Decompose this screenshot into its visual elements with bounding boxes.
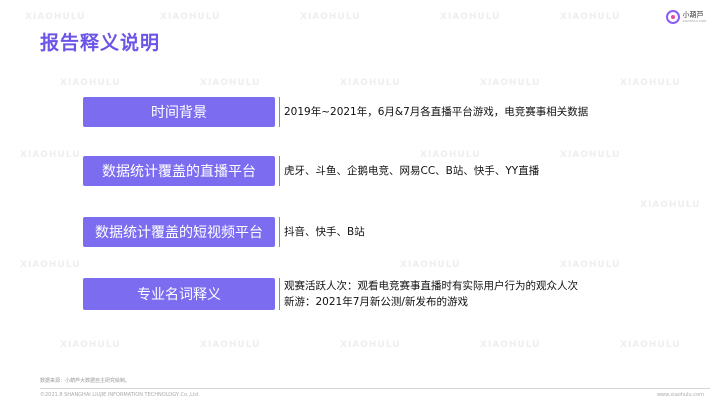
footer-url: www.xiaohulu.com (656, 392, 704, 398)
description-line: 抖音、快手、B站 (284, 226, 365, 238)
page-title: 报告释义说明 (40, 32, 161, 54)
watermark: XIAOHULU (200, 340, 261, 350)
watermark: XIAOHULU (200, 78, 261, 88)
footer-copyright: ©2021.8 SHANGHAI LIUJIE INFORMATION TECH… (40, 392, 200, 398)
row-divider (279, 217, 280, 247)
row-label: 时间背景 (83, 97, 275, 127)
row-divider (279, 278, 280, 310)
row-divider (279, 97, 280, 127)
watermark: XIAOHULU (60, 340, 121, 350)
row-label: 数据统计覆盖的短视频平台 (83, 217, 275, 247)
watermark: XIAOHULU (560, 150, 621, 160)
description-line: 虎牙、斗鱼、企鹅电竞、网易CC、B站、快手、YY直播 (284, 165, 540, 177)
logo-icon (665, 10, 680, 24)
watermark: XIAOHULU (420, 150, 481, 160)
brand-logo: 小葫芦 XIAOHULU.COM (665, 10, 706, 24)
watermark: XIAOHULU (300, 12, 361, 22)
watermark: XIAOHULU (560, 12, 621, 22)
row-divider (279, 156, 280, 186)
footer-divider (40, 388, 710, 389)
description-line: 2019年~2021年，6月&7月各直播平台游戏，电竞赛事相关数据 (284, 106, 589, 118)
description-line: 新游：2021年7月新公测/新发布的游戏 (284, 296, 468, 308)
watermark: XIAOHULU (25, 12, 86, 22)
watermark: XIAOHULU (160, 12, 221, 22)
watermark: XIAOHULU (20, 150, 81, 160)
description-line: 观赛活跃人次：观看电竞赛事直播时有实际用户行为的观众人次 (284, 280, 578, 292)
watermark: XIAOHULU (60, 78, 121, 88)
row-description: 观赛活跃人次：观看电竞赛事直播时有实际用户行为的观众人次 新游：2021年7月新… (284, 278, 578, 310)
logo-name-en: XIAOHULU.COM (682, 18, 706, 23)
watermark: XIAOHULU (560, 260, 621, 270)
row-description: 2019年~2021年，6月&7月各直播平台游戏，电竞赛事相关数据 (284, 104, 588, 120)
watermark: XIAOHULU (480, 340, 541, 350)
watermark: XIAOHULU (340, 78, 401, 88)
row-label: 数据统计覆盖的直播平台 (83, 156, 275, 186)
watermark: XIAOHULU (620, 78, 681, 88)
row-description: 虎牙、斗鱼、企鹅电竞、网易CC、B站、快手、YY直播 (284, 163, 539, 179)
row-label: 专业名词释义 (83, 278, 275, 310)
watermark: XIAOHULU (620, 340, 681, 350)
footer-source: 数据来源：小葫芦大数据自主研究绘制。 (40, 378, 131, 384)
watermark: XIAOHULU (340, 340, 401, 350)
watermark: XIAOHULU (400, 260, 461, 270)
watermark: XIAOHULU (480, 78, 541, 88)
logo-name-cn: 小葫芦 (682, 10, 704, 19)
watermark: XIAOHULU (640, 200, 701, 210)
row-description: 抖音、快手、B站 (284, 224, 365, 240)
logo-text: 小葫芦 XIAOHULU.COM (682, 10, 706, 23)
watermark: XIAOHULU (440, 12, 501, 22)
watermark: XIAOHULU (20, 260, 81, 270)
